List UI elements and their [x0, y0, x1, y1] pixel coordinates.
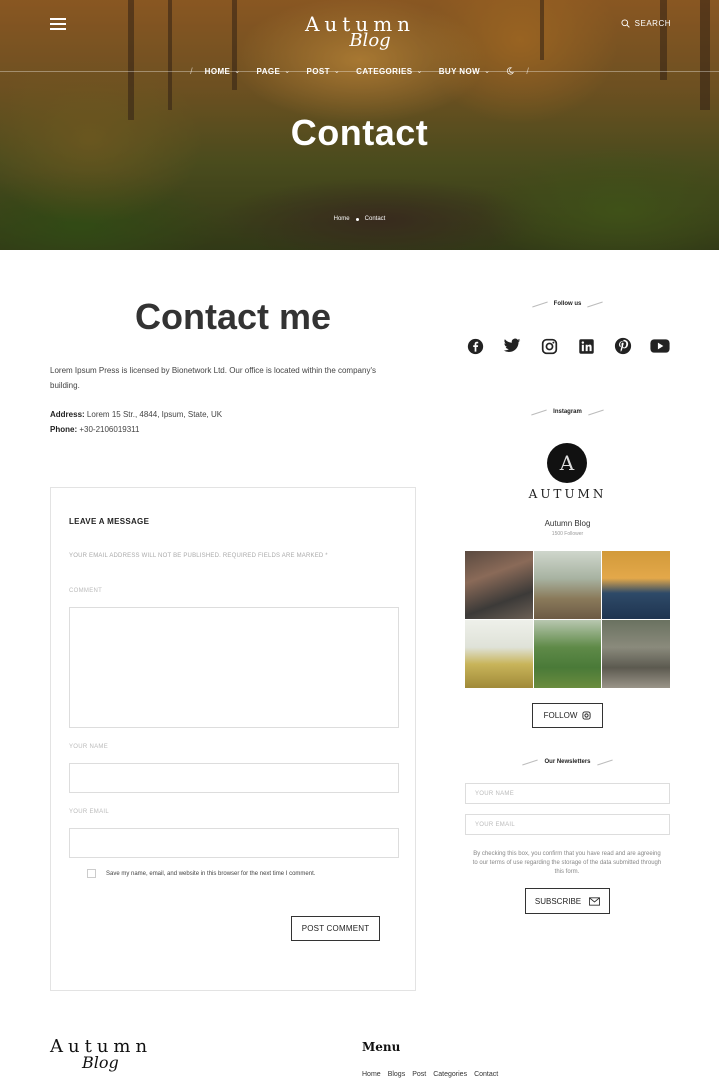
name-label: YOUR NAME — [69, 744, 109, 750]
newsletter-email-input[interactable]: YOUR EMAIL — [465, 814, 670, 835]
comment-textarea[interactable] — [69, 607, 399, 728]
phone-line: Phone: +30-2106019311 — [50, 425, 139, 434]
footer-logo[interactable]: Autumn Blog — [50, 1037, 170, 1078]
nav-item-categories[interactable]: CATEGORIES ⌄ — [348, 67, 431, 76]
nav-item-buy-now[interactable]: BUY NOW ⌄ — [431, 67, 499, 76]
remember-me-row: Save my name, email, and website in this… — [87, 869, 315, 878]
chevron-down-icon: ⌄ — [484, 68, 491, 75]
instagram-avatar[interactable]: A — [547, 443, 587, 483]
form-required-note: YOUR EMAIL ADDRESS WILL NOT BE PUBLISHED… — [69, 553, 328, 559]
chevron-down-icon: ⌄ — [234, 68, 241, 75]
footer-link-contact[interactable]: Contact — [474, 1071, 498, 1078]
page-title: Contact — [290, 112, 429, 153]
comment-label: COMMENT — [69, 588, 103, 594]
chevron-down-icon: ⌄ — [333, 68, 341, 75]
instagram-photo[interactable] — [465, 551, 533, 619]
linkedin-icon[interactable] — [576, 336, 596, 356]
site-logo[interactable]: Autumn Blog — [300, 12, 420, 60]
follow-us-heading: Follow us — [465, 301, 670, 307]
contact-intro: Lorem Ipsum Press is licensed by Bionetw… — [50, 366, 376, 390]
post-comment-button[interactable]: POST COMMENT — [291, 916, 380, 941]
instagram-photo[interactable] — [602, 551, 670, 619]
phone-label: Phone: — [50, 425, 78, 434]
search-icon — [621, 19, 630, 28]
newsletter-name-input[interactable]: YOUR NAME — [465, 783, 670, 804]
footer-link-post[interactable]: Post — [412, 1071, 426, 1078]
breadcrumb-current: Contact — [364, 216, 386, 222]
facebook-icon[interactable] — [465, 336, 485, 356]
footer-menu-title: Menu — [362, 1040, 401, 1054]
social-links — [465, 336, 670, 356]
moon-icon — [507, 67, 515, 75]
main-nav: / HOME ⌄ PAGE ⌄ POST ⌄ CATEGORIES ⌄ BUY NOW ⌄… — [190, 66, 529, 76]
breadcrumb: Home Contact — [0, 216, 719, 222]
email-label: YOUR EMAIL — [69, 809, 110, 815]
address-label: Address: — [50, 410, 85, 419]
form-title: LEAVE A MESSAGE — [69, 517, 150, 526]
instagram-photo[interactable] — [602, 620, 670, 688]
remember-me-label: Save my name, email, and website in this… — [106, 870, 316, 877]
newsletter-heading: Our Newsletters — [465, 759, 670, 765]
address-value: Lorem 15 Str., 4844, Ipsum, State, UK — [86, 410, 223, 419]
instagram-photo[interactable] — [533, 620, 602, 688]
footer-link-blogs[interactable]: Blogs — [388, 1071, 406, 1078]
instagram-gallery — [465, 551, 670, 688]
subscribe-button[interactable]: SUBSCRIBE — [525, 888, 610, 914]
mail-icon — [589, 896, 601, 906]
search-button[interactable]: SEARCH — [621, 19, 671, 28]
twitter-icon[interactable] — [502, 336, 522, 356]
comment-form: LEAVE A MESSAGE YOUR EMAIL ADDRESS WILL … — [50, 487, 416, 991]
youtube-icon[interactable] — [650, 336, 670, 356]
address-line: Address: Lorem 15 Str., 4844, Ipsum, Sta… — [50, 410, 222, 419]
instagram-icon[interactable] — [539, 336, 559, 356]
instagram-heading: Instagram — [465, 409, 670, 415]
chevron-down-icon: ⌄ — [416, 68, 423, 75]
email-input[interactable] — [69, 828, 399, 858]
pinterest-icon[interactable] — [613, 336, 633, 356]
breadcrumb-home-link[interactable]: Home — [334, 216, 350, 222]
newsletter-consent-note: By checking this box, you confirm that y… — [472, 851, 662, 875]
hamburger-menu-button[interactable] — [50, 18, 66, 32]
search-label: SEARCH — [634, 19, 671, 28]
instagram-follower-count: 1500 Follower — [551, 531, 584, 537]
theme-toggle-button[interactable] — [498, 67, 522, 75]
instagram-account-name: Autumn Blog — [544, 519, 591, 528]
nav-item-post[interactable]: POST ⌄ — [299, 67, 349, 76]
breadcrumb-separator — [355, 217, 359, 221]
instagram-brand-logo: AUTUMN — [528, 487, 607, 501]
chevron-down-icon: ⌄ — [284, 68, 291, 75]
footer-link-home[interactable]: Home — [362, 1071, 381, 1078]
nav-item-page[interactable]: PAGE ⌄ — [249, 67, 299, 76]
instagram-photo[interactable] — [465, 620, 533, 688]
remember-me-checkbox[interactable] — [87, 869, 96, 878]
phone-value[interactable]: +30-2106019311 — [79, 425, 139, 434]
name-input[interactable] — [69, 763, 399, 793]
footer-link-categories[interactable]: Categories — [433, 1071, 467, 1078]
instagram-photo[interactable] — [533, 551, 602, 619]
contact-heading: Contact me — [134, 296, 332, 337]
footer-menu: Home Blogs Post Categories Contact — [362, 1071, 498, 1078]
instagram-icon — [582, 711, 591, 720]
hero-banner: Autumn Blog SEARCH / HOME ⌄ PAGE ⌄ POST ⌄ C… — [0, 0, 719, 250]
instagram-follow-button[interactable]: FOLLOW — [532, 703, 603, 728]
nav-item-home[interactable]: HOME ⌄ — [197, 67, 249, 76]
